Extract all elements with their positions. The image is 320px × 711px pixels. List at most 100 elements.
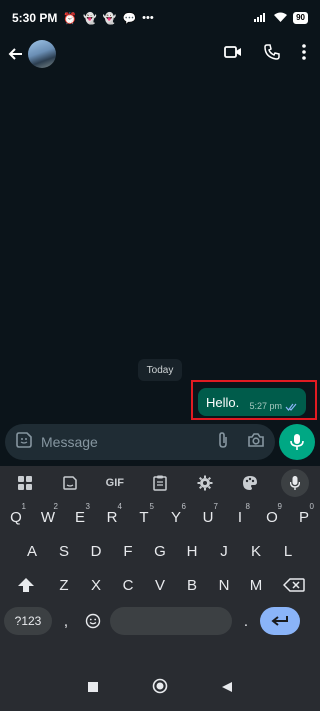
key-o[interactable]: O9 [258,502,286,532]
clipboard-icon [153,475,167,491]
back-nav-button[interactable] [221,680,233,698]
wifi-icon [274,11,288,25]
status-bar: 5:30 PM ⏰ 👻 👻 💬 ••• 90 [0,0,320,36]
key-b[interactable]: B [178,570,206,600]
enter-key[interactable] [260,607,300,635]
key-x[interactable]: X [82,570,110,600]
smiley-icon [85,613,101,629]
backspace-key[interactable] [274,570,314,600]
chat-icon: 💬 [122,12,137,25]
square-icon [87,681,98,692]
home-button[interactable] [152,678,168,699]
palette-icon [243,476,258,490]
key-l[interactable]: L [274,536,302,566]
microphone-icon [290,476,301,490]
key-d[interactable]: D [82,536,110,566]
keyboard-row-2: ASDFGHJKL [0,536,320,568]
overflow-menu-button[interactable] [302,43,306,65]
triangle-back-icon [222,681,233,692]
message-time: 5:27 pm [249,401,282,411]
key-c[interactable]: C [114,570,142,600]
back-button[interactable] [6,44,26,64]
message-text: Hello. [206,394,240,410]
settings-button[interactable] [191,469,219,497]
keyboard-row-1: Q1W2E3R4T5Y6U7I8O9P0 [0,502,320,534]
clipboard-button[interactable] [146,469,174,497]
keyboard-toolbar: GIF [0,466,320,500]
comma-key[interactable]: , [56,606,76,636]
voice-call-button[interactable] [264,43,280,65]
enter-arrow-icon [271,616,288,626]
keyboard-bottom-row: ?123 , . [0,604,320,638]
key-e[interactable]: E3 [66,502,94,532]
snapchat-icon: 👻 [102,12,117,25]
key-w[interactable]: W2 [34,502,62,532]
double-check-icon [285,403,297,411]
emoji-key[interactable] [80,606,106,636]
battery-icon: 90 [293,12,308,24]
attach-button[interactable] [217,431,229,454]
signal-icon [254,11,268,25]
gif-button[interactable]: GIF [101,469,129,497]
key-g[interactable]: G [146,536,174,566]
message-input[interactable]: Message [5,424,275,460]
message-placeholder: Message [41,434,98,450]
snapchat-icon: 👻 [83,12,97,25]
theme-button[interactable] [236,469,264,497]
key-y[interactable]: Y6 [162,502,190,532]
recents-button[interactable] [87,680,99,698]
spacebar-key[interactable] [110,607,232,635]
key-i[interactable]: I8 [226,502,254,532]
camera-icon [248,432,264,447]
chat-area: Today Hello. 5:27 pm [0,72,320,422]
alarm-icon: ⏰ [63,12,78,25]
status-time: 5:30 PM [12,11,58,25]
date-chip: Today [138,359,182,381]
arrow-left-icon [8,48,22,60]
microphone-icon [290,434,304,450]
notification-icons: ⏰ 👻 👻 💬 ••• [63,12,153,25]
key-k[interactable]: K [242,536,270,566]
key-a[interactable]: A [18,536,46,566]
video-camera-icon [224,45,241,58]
key-r[interactable]: R4 [98,502,126,532]
key-f[interactable]: F [114,536,142,566]
sticker-icon [16,431,32,448]
video-call-button[interactable] [224,45,242,64]
key-s[interactable]: S [50,536,78,566]
sticker-button[interactable] [15,431,33,454]
more-vert-icon [302,43,306,60]
period-key[interactable]: . [236,606,256,636]
grid-icon [17,476,32,490]
sticker-icon [62,476,77,490]
contact-avatar[interactable] [28,40,56,68]
emoji-sticker-button[interactable] [56,469,84,497]
key-u[interactable]: U7 [194,502,222,532]
key-v[interactable]: V [146,570,174,600]
system-nav-bar [0,666,320,711]
voice-record-button[interactable] [279,424,315,460]
key-h[interactable]: H [178,536,206,566]
chat-header [0,36,320,72]
key-z[interactable]: Z [50,570,78,600]
key-p[interactable]: P0 [290,502,318,532]
composer: Message [0,424,320,464]
camera-button[interactable] [247,432,265,453]
apps-grid-button[interactable] [11,469,39,497]
backspace-icon [283,578,305,592]
key-j[interactable]: J [210,536,238,566]
key-n[interactable]: N [210,570,238,600]
symbols-key[interactable]: ?123 [4,607,52,635]
voice-typing-button[interactable] [281,469,310,497]
home-circle-icon [152,678,168,694]
message-bubble[interactable]: Hello. 5:27 pm [198,388,306,416]
key-q[interactable]: Q1 [2,502,30,532]
keyboard: GIF Q1W2E3R4T5Y6U7I8O9P0 ASDFGHJKL ZXCVB… [0,466,320,666]
shift-key[interactable] [6,570,46,600]
more-dots-icon: ••• [142,12,154,24]
gear-icon [197,475,213,491]
phone-icon [264,43,280,60]
key-t[interactable]: T5 [130,502,158,532]
keyboard-row-3: ZXCVBNM [0,570,320,602]
key-m[interactable]: M [242,570,270,600]
